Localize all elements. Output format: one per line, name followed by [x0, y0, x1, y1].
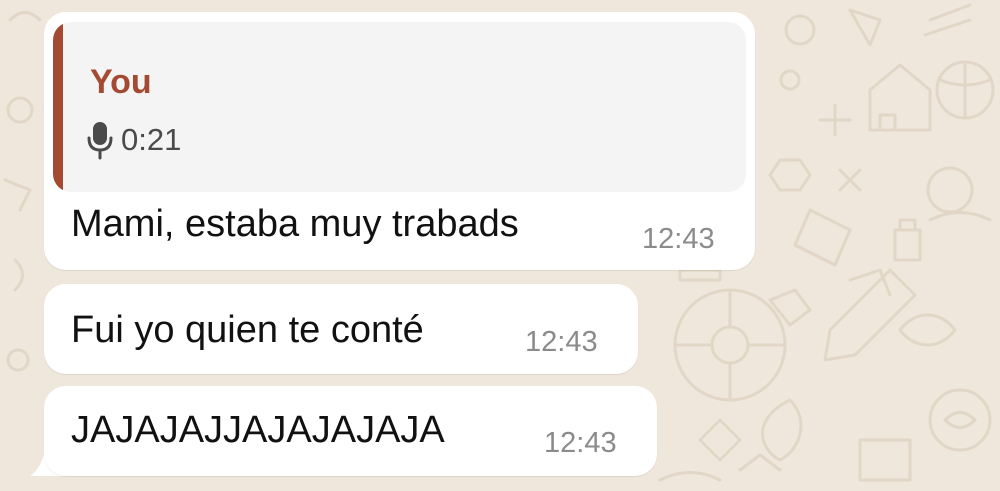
quoted-voice-note: 0:21	[87, 118, 181, 162]
message-text: Mami, estaba muy trabads	[71, 203, 519, 245]
message-bubble-reply[interactable]: You 0:21 Mami, estaba muy trabads 12:43	[44, 12, 755, 270]
quoted-author: You	[90, 63, 152, 101]
voice-note-duration: 0:21	[121, 122, 182, 157]
message-timestamp: 12:43	[525, 326, 598, 358]
message-timestamp: 12:43	[642, 223, 715, 255]
message-text: Fui yo quien te conté	[71, 309, 424, 351]
message-text: JAJAJAJJAJAJAJAJA	[71, 409, 445, 451]
message-bubble[interactable]: Fui yo quien te conté 12:43	[44, 284, 638, 374]
microphone-icon	[87, 122, 113, 160]
message-bubble[interactable]: JAJAJAJJAJAJAJAJA 12:43	[44, 386, 657, 476]
message-timestamp: 12:43	[544, 427, 617, 459]
quote-accent-bar	[53, 22, 63, 192]
quoted-message[interactable]: You 0:21	[53, 22, 746, 192]
